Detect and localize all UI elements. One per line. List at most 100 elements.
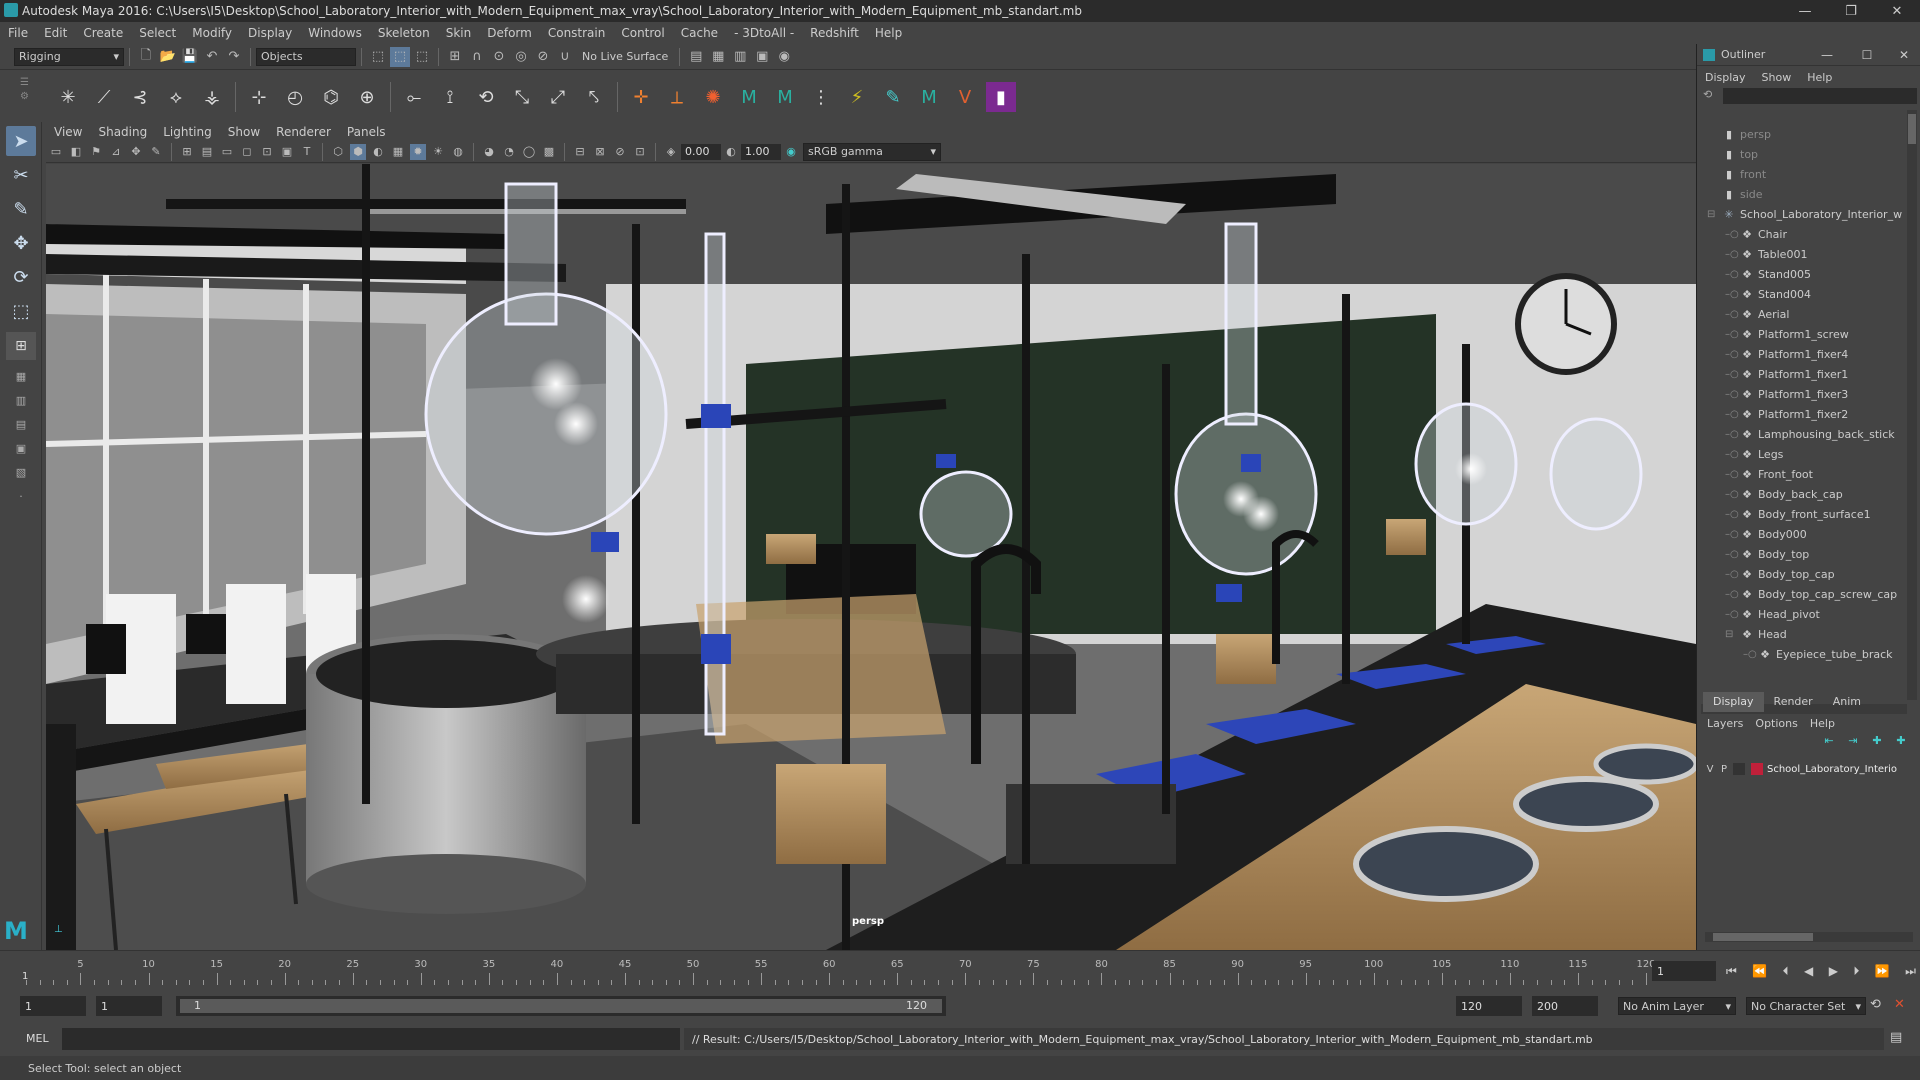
render-settings-icon[interactable]: ▤ [686, 47, 706, 67]
parent-constraint-icon[interactable]: ⟜ [399, 82, 429, 112]
render-frame-icon[interactable]: ▦ [708, 47, 728, 67]
time-slider[interactable]: 5 10 15 20 25 30 35 40 45 50 55 60 65 70 75 80 85 90 95 100… [0, 950, 1920, 990]
layer-menu-options[interactable]: Options [1755, 717, 1797, 730]
ambient-occlusion-icon[interactable]: ◍ [450, 144, 466, 160]
minimize-button[interactable]: — [1782, 0, 1828, 22]
layer-color-swatch[interactable] [1751, 763, 1763, 775]
select-tool-icon[interactable]: ➤ [6, 126, 36, 156]
layer-visibility-toggle[interactable]: V [1703, 764, 1717, 775]
collapse-toggle-icon[interactable]: ⊟ [1707, 209, 1721, 220]
menu-modify[interactable]: Modify [184, 26, 240, 40]
locator-icon[interactable]: ✛ [626, 82, 656, 112]
cluster-icon[interactable]: ⊹ [244, 82, 274, 112]
layer-playback-toggle[interactable]: P [1717, 764, 1731, 775]
snap-grid-icon[interactable]: ⊞ [445, 47, 465, 67]
outliner-menu-display[interactable]: Display [1697, 71, 1754, 84]
layer-menu-help[interactable]: Help [1810, 717, 1835, 730]
go-to-end-icon[interactable]: ⏭ [1905, 964, 1916, 979]
hik-icon[interactable]: M [914, 82, 944, 112]
outliner-item[interactable]: –○ ❖ Chair [1697, 224, 1905, 244]
safe-action-icon[interactable]: ▣ [279, 144, 295, 160]
nucleus-icon[interactable]: ✺ [698, 82, 728, 112]
outliner-scrollbar[interactable] [1907, 110, 1917, 700]
time-ruler[interactable]: 5 10 15 20 25 30 35 40 45 50 55 60 65 70 75 80 85 90 95 100… [26, 955, 1656, 985]
selection-mode-dropdown[interactable]: Objects [256, 47, 356, 66]
gate-mask-icon[interactable]: ◻ [239, 144, 255, 160]
outliner-item[interactable]: –○ ❖ Platform1_fixer1 [1697, 364, 1905, 384]
snap-surface-icon[interactable]: ⊘ [533, 47, 553, 67]
menu-cache[interactable]: Cache [673, 26, 726, 40]
move-tool-icon[interactable]: ✥ [6, 228, 36, 258]
outliner-item[interactable]: ⊟ ✳ School_Laboratory_Interior_w [1697, 204, 1905, 224]
ik-handle-icon[interactable]: ⟋ [89, 82, 119, 112]
new-layer-icon[interactable]: ✚ [1872, 734, 1881, 752]
outliner-item[interactable]: –○ ❖ Head_pivot [1697, 604, 1905, 624]
camera-select-icon[interactable]: ▭ [48, 144, 64, 160]
outliner-item[interactable]: –○ ❖ Platform1_fixer3 [1697, 384, 1905, 404]
vp-menu-panels[interactable]: Panels [339, 125, 394, 139]
menu-windows[interactable]: Windows [300, 26, 370, 40]
2d-pan-icon[interactable]: ✥ [128, 144, 144, 160]
play-forward-icon[interactable]: ▶ [1829, 964, 1838, 978]
snap-curve-icon[interactable]: ∩ [467, 47, 487, 67]
character-set-dropdown[interactable]: No Character Set ▾ [1746, 997, 1866, 1015]
outliner-item[interactable]: –○ ❖ Platform1_screw [1697, 324, 1905, 344]
outliner-maximize-button[interactable]: ☐ [1847, 48, 1887, 62]
menu-skeleton[interactable]: Skeleton [370, 26, 438, 40]
shadows-icon[interactable]: ☀ [430, 144, 446, 160]
auto-key-icon[interactable]: ⟲ [1870, 997, 1890, 1015]
outliner-item[interactable]: –○ ❖ Aerial [1697, 304, 1905, 324]
open-scene-icon[interactable]: 📂 [158, 47, 178, 67]
gamma-field[interactable]: 1.00 [741, 143, 781, 160]
outliner-item[interactable]: –○ ❖ Body_top_cap_screw_cap [1697, 584, 1905, 604]
step-forward-frame-icon[interactable]: ⏵ [1853, 964, 1859, 979]
select-object-icon[interactable]: ⬚ [390, 46, 410, 67]
vp-menu-renderer[interactable]: Renderer [268, 125, 339, 139]
hud-icon[interactable]: ⊟ [572, 144, 588, 160]
outliner-item[interactable]: –○ ❖ Body_front_surface1 [1697, 504, 1905, 524]
paint-select-icon[interactable]: ✎ [6, 194, 36, 224]
playback-start-field[interactable]: 1 [96, 996, 162, 1016]
outliner-menu-show[interactable]: Show [1754, 71, 1800, 84]
color-management-icon[interactable]: ◉ [783, 144, 799, 160]
menu-deform[interactable]: Deform [479, 26, 540, 40]
paint-weights-icon[interactable]: ⋮ [806, 82, 836, 112]
scale-tool-icon[interactable]: ⬚ [6, 296, 36, 326]
outliner-item[interactable]: –○ ❖ Table001 [1697, 244, 1905, 264]
sculpt-icon[interactable]: ⊕ [352, 82, 382, 112]
grid-icon[interactable]: ⊞ [179, 144, 195, 160]
menu-create[interactable]: Create [75, 26, 131, 40]
image-plane-icon[interactable]: ⊿ [108, 144, 124, 160]
outliner-scroll-thumb[interactable] [1908, 114, 1916, 144]
paint-skin-icon[interactable]: ✎ [878, 82, 908, 112]
range-slider[interactable]: 1 120 [176, 996, 946, 1016]
shelf-menu-icon[interactable]: ☰ ⚙ [20, 76, 30, 118]
cloth-icon[interactable]: M [734, 82, 764, 112]
snap-view-icon[interactable]: ◎ [511, 47, 531, 67]
safe-title-icon[interactable]: T [299, 144, 315, 160]
backface-icon[interactable]: ▩ [541, 144, 557, 160]
menu-select[interactable]: Select [131, 26, 184, 40]
restore-button[interactable]: ❐ [1828, 0, 1874, 22]
exposure-field[interactable]: 0.00 [681, 143, 721, 160]
rotate-tool-icon[interactable]: ⟳ [6, 262, 36, 292]
live-surface-label[interactable]: No Live Surface [582, 50, 668, 63]
outliner-filter-icon[interactable]: ⟲ [1703, 88, 1719, 104]
aim-constraint-icon[interactable]: ⤢ [543, 82, 573, 112]
outliner-item[interactable]: –○ ❖ Body000 [1697, 524, 1905, 544]
outliner-item[interactable]: ▮ persp [1697, 124, 1905, 144]
mirror-joint-icon[interactable]: ⟡ [161, 82, 191, 112]
redo-icon[interactable]: ↷ [224, 47, 244, 67]
point-constraint-icon[interactable]: ⟟ [435, 82, 465, 112]
menu-display[interactable]: Display [240, 26, 300, 40]
perspective-viewport[interactable]: ⊥ persp [46, 164, 1696, 950]
layer-type-toggle[interactable] [1733, 763, 1745, 775]
menu-constrain[interactable]: Constrain [540, 26, 614, 40]
outliner-item[interactable]: ⊟ ❖ Head [1697, 624, 1905, 644]
menu-help[interactable]: Help [867, 26, 910, 40]
go-to-start-icon[interactable]: ⏮ [1726, 964, 1737, 979]
outliner-item[interactable]: ▮ side [1697, 184, 1905, 204]
outliner-item[interactable]: –○ ❖ Eyepiece_tube_brack [1697, 644, 1905, 664]
animation-prefs-icon[interactable]: ✕ [1894, 997, 1914, 1015]
menu-3dtoall[interactable]: - 3DtoAll - [726, 26, 802, 40]
